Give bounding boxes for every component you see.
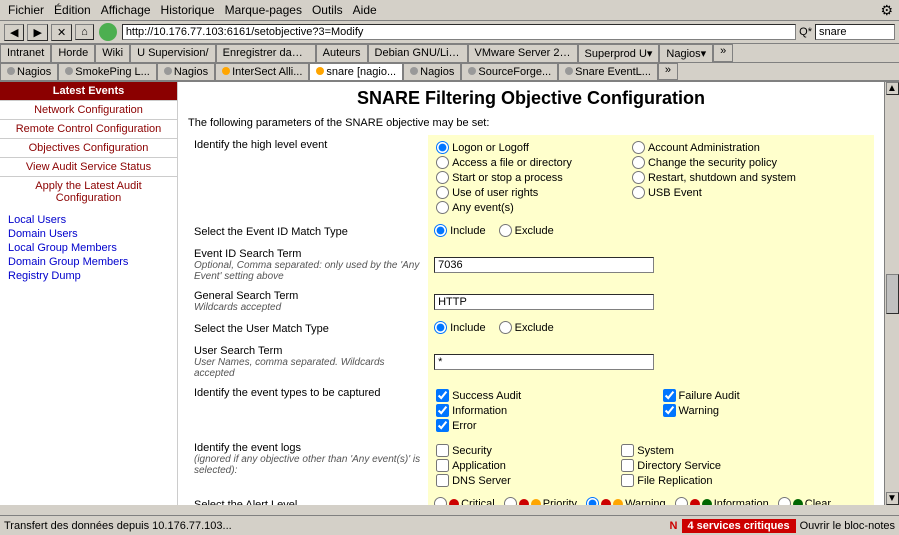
- menu-fichier[interactable]: Fichier: [4, 2, 48, 18]
- sidebar-latest-events[interactable]: Latest Events: [0, 82, 177, 100]
- radio-user-rights[interactable]: [436, 186, 449, 199]
- form-description: The following parameters of the SNARE ob…: [188, 117, 874, 129]
- radio-start-stop[interactable]: [436, 171, 449, 184]
- menu-affichage[interactable]: Affichage: [97, 2, 155, 18]
- stop-button[interactable]: ✕: [51, 24, 72, 41]
- tab-usupervision[interactable]: U Supervision/: [130, 44, 216, 62]
- cb-failure-audit[interactable]: [663, 389, 676, 402]
- radio-logon[interactable]: [436, 141, 449, 154]
- cb-success-audit[interactable]: [436, 389, 449, 402]
- radio-clear[interactable]: [778, 497, 791, 505]
- tab-intranet[interactable]: Intranet: [0, 44, 51, 62]
- tab-sourceforge[interactable]: SourceForge...: [461, 63, 558, 80]
- tab-superprod[interactable]: Superprod U▾: [578, 44, 660, 62]
- user-search-label: User Search Term: [194, 345, 422, 357]
- home-button[interactable]: ⌂: [75, 24, 94, 40]
- cb-security[interactable]: [436, 444, 449, 457]
- sidebar-remote-control[interactable]: Remote Control Configuration: [0, 120, 177, 138]
- tab-enregistrer[interactable]: Enregistrer dans M...: [216, 44, 316, 62]
- tab-intersect[interactable]: InterSect Alli...: [215, 63, 309, 80]
- page-title: SNARE Filtering Objective Configuration: [188, 88, 874, 109]
- back-button[interactable]: ◀: [4, 24, 24, 41]
- cb-directory-service[interactable]: [621, 459, 634, 472]
- tab-nagios2[interactable]: Nagios: [157, 63, 215, 80]
- radio-exclude-event[interactable]: [499, 224, 512, 237]
- radio-include-event[interactable]: [434, 224, 447, 237]
- sidebar-domain-users[interactable]: Domain Users: [0, 227, 177, 241]
- forward-button[interactable]: ▶: [27, 24, 47, 41]
- cb-system[interactable]: [621, 444, 634, 457]
- status-text: Transfert des données depuis 10.176.77.1…: [4, 520, 666, 532]
- event-id-search-sublabel: Optional, Comma separated: only used by …: [194, 260, 422, 282]
- tab-wiki[interactable]: Wiki: [95, 44, 130, 62]
- cb-application[interactable]: [436, 459, 449, 472]
- event-types-label: Identify the event types to be captured: [194, 387, 381, 399]
- cb-dns-server[interactable]: [436, 474, 449, 487]
- user-match-label: Select the User Match Type: [194, 323, 329, 335]
- general-search-input[interactable]: [434, 294, 654, 310]
- radio-change-security[interactable]: [632, 156, 645, 169]
- high-level-event-label: Identify the high level event: [194, 139, 327, 151]
- sidebar-local-users[interactable]: Local Users: [0, 213, 177, 227]
- cb-information[interactable]: [436, 404, 449, 417]
- cb-warning[interactable]: [663, 404, 676, 417]
- tab-vmware[interactable]: VMware Server 2.0 ...: [468, 44, 578, 62]
- sidebar-registry-dump[interactable]: Registry Dump: [0, 269, 177, 283]
- tab-auteurs[interactable]: Auteurs: [316, 44, 368, 62]
- menu-historique[interactable]: Historique: [157, 2, 219, 18]
- menu-edition[interactable]: Édition: [50, 2, 95, 18]
- general-search-sublabel: Wildcards accepted: [194, 302, 422, 313]
- tab-snare-active[interactable]: snare [nagio...: [309, 63, 403, 80]
- cb-file-replication[interactable]: [621, 474, 634, 487]
- user-search-input[interactable]: [434, 354, 654, 370]
- radio-exclude-user[interactable]: [499, 321, 512, 334]
- tab-smokeping[interactable]: SmokePing L...: [58, 63, 157, 80]
- radio-include-user[interactable]: [434, 321, 447, 334]
- cb-error[interactable]: [436, 419, 449, 432]
- radio-access-file[interactable]: [436, 156, 449, 169]
- tab-nagios3[interactable]: Nagios: [403, 63, 461, 80]
- radio-critical[interactable]: [434, 497, 447, 505]
- services-badge[interactable]: 4 services critiques: [682, 519, 796, 533]
- sidebar-domain-group[interactable]: Domain Group Members: [0, 255, 177, 269]
- event-id-match-label: Select the Event ID Match Type: [194, 226, 348, 238]
- radio-priority[interactable]: [504, 497, 517, 505]
- tab-horde[interactable]: Horde: [51, 44, 95, 62]
- sidebar-apply-audit[interactable]: Apply the Latest Audit Configuration: [0, 177, 177, 207]
- sidebar-view-audit[interactable]: View Audit Service Status: [0, 158, 177, 176]
- tab-nagios-menu[interactable]: Nagios▾: [659, 44, 713, 62]
- radio-warning[interactable]: [586, 497, 599, 505]
- notepad-button[interactable]: Ouvrir le bloc-notes: [800, 520, 895, 532]
- tab-snare-event[interactable]: Snare EventL...: [558, 63, 658, 80]
- settings-icon[interactable]: ⚙: [880, 2, 893, 19]
- menu-outils[interactable]: Outils: [308, 2, 347, 18]
- radio-restart[interactable]: [632, 171, 645, 184]
- event-logs-label: Identify the event logs: [194, 442, 422, 454]
- menu-marque-pages[interactable]: Marque-pages: [221, 2, 306, 18]
- nagios-icon: N: [670, 520, 678, 532]
- alert-level-label: Select the Alert Level: [194, 499, 297, 505]
- radio-any-event[interactable]: [436, 201, 449, 214]
- general-search-label: General Search Term: [194, 290, 422, 302]
- event-id-search-label: Event ID Search Term: [194, 248, 422, 260]
- tab-debian[interactable]: Debian GNU/Linux -...: [368, 44, 468, 62]
- event-id-search-input[interactable]: [434, 257, 654, 273]
- menu-aide[interactable]: Aide: [349, 2, 381, 18]
- sidebar-network-config[interactable]: Network Configuration: [0, 101, 177, 119]
- sidebar-objectives-config[interactable]: Objectives Configuration: [0, 139, 177, 157]
- sidebar-local-group[interactable]: Local Group Members: [0, 241, 177, 255]
- user-search-sublabel: User Names, comma separated. Wildcards a…: [194, 357, 422, 379]
- radio-usb[interactable]: [632, 186, 645, 199]
- tab-nagios1[interactable]: Nagios: [0, 63, 58, 80]
- radio-information[interactable]: [675, 497, 688, 505]
- search-input[interactable]: [815, 24, 895, 40]
- event-logs-sublabel: (ignored if any objective other than 'An…: [194, 454, 422, 476]
- url-input[interactable]: [122, 24, 796, 40]
- radio-account-admin[interactable]: [632, 141, 645, 154]
